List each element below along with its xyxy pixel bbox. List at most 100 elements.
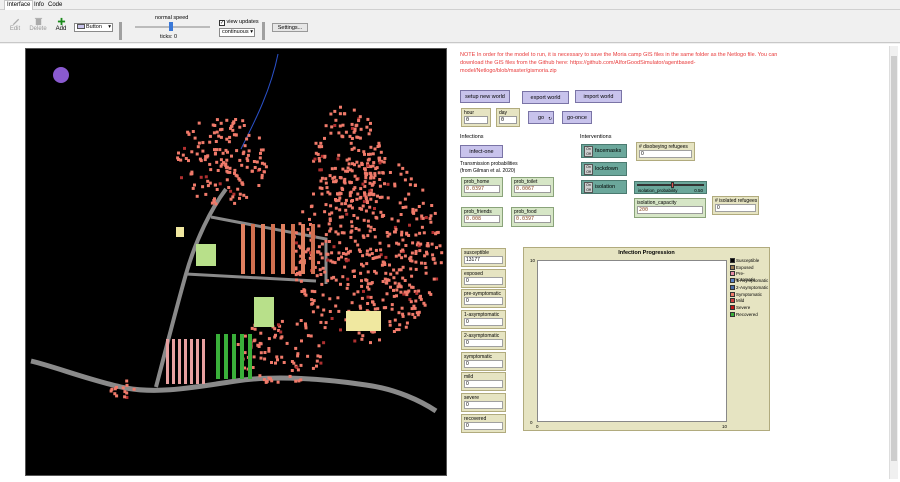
- green-rows: [216, 334, 252, 379]
- separator: [262, 22, 265, 40]
- speed-slider-thumb[interactable]: [169, 22, 173, 31]
- sun-icon: [53, 67, 69, 83]
- legend-swatch: [730, 258, 735, 263]
- legend-item: Severe: [730, 304, 750, 311]
- exposed-monitor: exposed 0: [461, 268, 506, 288]
- prob-toilet-input[interactable]: prob_toilet 0.0067: [511, 177, 554, 197]
- hour-monitor: hour 0: [461, 108, 491, 127]
- infections-heading: Infections: [460, 134, 484, 140]
- go-button[interactable]: go ↻: [528, 111, 554, 124]
- vertical-scrollbar[interactable]: [889, 46, 898, 479]
- isolation-probability-slider[interactable]: isolation_probability 0.50: [634, 181, 707, 194]
- infect-one-button[interactable]: infect-one: [460, 145, 503, 158]
- transmission-heading: Transmission probabilities: [460, 161, 518, 167]
- facility: [346, 311, 381, 331]
- monitor-value: 0: [464, 421, 503, 430]
- plot-lines: [538, 261, 728, 423]
- separator: [119, 22, 122, 40]
- edit-button[interactable]: Edit: [5, 17, 25, 32]
- delete-button[interactable]: Delete: [28, 17, 48, 32]
- severe-monitor: severe 0: [461, 392, 506, 412]
- tab-interface[interactable]: Interface: [4, 0, 34, 10]
- monitor-value: 0: [464, 359, 503, 368]
- legend-swatch: [730, 278, 735, 284]
- legend-item: Susceptible: [730, 258, 759, 264]
- legend-item: 1-Asymptomatic: [730, 278, 768, 284]
- recovered-monitor: recovered 0: [461, 413, 506, 433]
- plot-title: Infection Progression: [618, 250, 675, 256]
- slider-label: isolation_probability: [638, 188, 678, 193]
- legend-swatch: [730, 298, 735, 304]
- ticks-counter: ticks: 0: [160, 34, 178, 40]
- symptomatic-monitor: symptomatic 0: [461, 351, 506, 371]
- checkbox-checked-icon: ✓: [219, 20, 225, 26]
- settings-button[interactable]: Settings...: [272, 23, 308, 32]
- legend-item: Recovered: [730, 311, 758, 318]
- export-world-button[interactable]: export world: [522, 91, 569, 104]
- go-once-button[interactable]: go-once: [562, 111, 592, 124]
- plus-icon: [57, 17, 65, 26]
- trash-icon: [34, 17, 42, 26]
- prob-home-input[interactable]: prob_home 0.0397: [461, 177, 503, 197]
- add-button[interactable]: Add: [51, 17, 71, 32]
- monitor-value: 0: [464, 338, 503, 347]
- legend-item: Exposed: [730, 264, 754, 271]
- legend-label: Exposed: [736, 264, 754, 270]
- button-widget-icon: [77, 24, 85, 29]
- legend-swatch: [730, 271, 735, 277]
- legend-item: Symptomatic: [730, 291, 762, 298]
- monitor-value: 0: [464, 318, 503, 327]
- facility: [176, 227, 184, 237]
- stream: [240, 53, 279, 150]
- prob-food-input[interactable]: prob_food 0.0397: [511, 207, 554, 227]
- plot-area: [537, 260, 727, 422]
- legend-label: Recovered: [736, 311, 758, 317]
- mild-monitor: mild 0: [461, 372, 506, 392]
- legend-label: Susceptible: [736, 258, 760, 263]
- x-min-tick: 0: [536, 424, 539, 429]
- chevron-down-icon: ▾: [108, 24, 111, 30]
- slider-value: 0.50: [694, 188, 703, 193]
- legend-swatch: [730, 311, 735, 317]
- lockdown-switch[interactable]: On Off lockdown: [581, 162, 627, 176]
- update-mode-select[interactable]: continuous ▾: [219, 28, 255, 37]
- isolated-refugees-monitor: # isolated refugees 0: [712, 196, 759, 215]
- legend-swatch: [730, 284, 735, 290]
- 2-asymptomatic-monitor: 2-asymptomatic 0: [461, 330, 506, 350]
- susceptible-monitor: susceptible 13177: [461, 248, 506, 267]
- speed-label: normal speed: [155, 15, 189, 21]
- facemasks-switch[interactable]: On Off facemasks: [581, 144, 627, 158]
- legend-label: 2-Asymptomatic: [736, 284, 769, 290]
- toolbar: Edit Delete Add Button ▾ normal speed tic…: [0, 10, 900, 43]
- monitor-value: 13177: [464, 256, 503, 264]
- isolation-switch[interactable]: On Off isolation: [581, 180, 627, 194]
- switch-toggle-icon[interactable]: On Off: [584, 146, 593, 157]
- switch-toggle-icon[interactable]: On Off: [584, 182, 593, 193]
- import-world-button[interactable]: import world: [575, 90, 622, 103]
- y-max-tick: 10: [530, 258, 536, 263]
- legend-label: 1-Asymptomatic: [736, 278, 769, 284]
- legend-item: Mild: [730, 298, 744, 304]
- setup-new-world-button[interactable]: setup new world: [460, 90, 510, 103]
- gis-note: NOTE In order for the model to run, it i…: [460, 52, 778, 74]
- widget-type-select[interactable]: Button ▾: [74, 23, 113, 32]
- x-max-tick: 10: [722, 424, 728, 429]
- chevron-down-icon: ▾: [250, 29, 253, 35]
- prob-friends-input[interactable]: prob_friends 0.008: [461, 207, 503, 227]
- tab-info[interactable]: Info: [32, 1, 46, 9]
- legend-label: Mild: [736, 298, 745, 304]
- scrollbar-thumb[interactable]: [891, 56, 897, 461]
- monitor-value: 0: [464, 297, 503, 306]
- tab-code[interactable]: Code: [46, 1, 64, 9]
- switch-toggle-icon[interactable]: On Off: [584, 164, 593, 175]
- legend-item: 2-Asymptomatic: [730, 284, 769, 291]
- legend-swatch: [730, 304, 735, 310]
- infection-progression-plot: Infection Progression 10 0 0 10 Suscepti…: [523, 247, 770, 431]
- world-view[interactable]: [25, 48, 447, 476]
- legend-swatch: [730, 264, 735, 270]
- isolation-capacity-input[interactable]: isolation_capacity 200: [634, 198, 706, 218]
- pencil-icon: [12, 18, 19, 26]
- speed-slider[interactable]: [135, 22, 210, 31]
- view-updates-checkbox[interactable]: ✓ view updates: [219, 19, 259, 26]
- pre-symptomatic-monitor: pre-symptomatic 0: [461, 289, 506, 309]
